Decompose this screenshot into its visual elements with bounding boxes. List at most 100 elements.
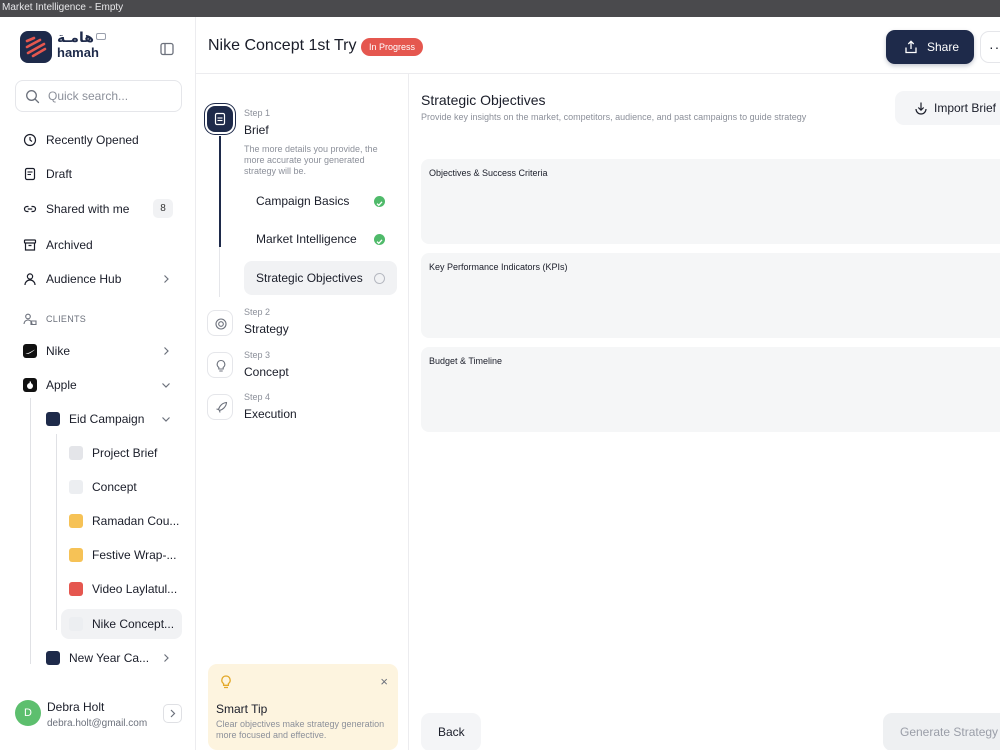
objectives-field[interactable]: Objectives & Success Criteria <box>421 159 1000 244</box>
lightbulb-icon <box>69 617 83 631</box>
main-content: Strategic Objectives Provide key insight… <box>409 74 1000 750</box>
file-video-laylatul[interactable]: Video Laylatul... <box>61 574 182 604</box>
tree-label: Nike Concept... <box>92 617 175 631</box>
folder-new-year[interactable]: New Year Ca... <box>38 643 182 673</box>
step-3-button[interactable] <box>207 352 233 378</box>
user-menu-button[interactable] <box>163 704 182 723</box>
nav-recently-opened[interactable]: Recently Opened <box>15 126 182 154</box>
section-title: Strategic Objectives <box>421 92 546 108</box>
share-icon <box>905 40 917 54</box>
import-brief-button[interactable]: Import Brief <box>895 91 1000 125</box>
chevron-right-icon <box>164 347 169 355</box>
check-icon <box>374 196 385 207</box>
brand-logo-icon[interactable] <box>20 31 52 63</box>
tree-label: Eid Campaign <box>69 412 145 426</box>
file-festive-wrap[interactable]: Festive Wrap-... <box>61 540 182 570</box>
target-icon <box>215 318 227 330</box>
more-options-button[interactable]: ··· <box>980 31 1000 63</box>
sidebar-collapse-icon[interactable] <box>159 41 175 57</box>
nike-logo-icon <box>23 344 37 358</box>
nav-audience-hub[interactable]: Audience Hub <box>15 265 182 293</box>
folder-eid-campaign[interactable]: Eid Campaign <box>38 404 182 434</box>
step-name: Brief <box>244 123 269 137</box>
avatar: D <box>15 700 41 726</box>
nav-label: Shared with me <box>46 202 130 216</box>
generate-label: Generate Strategy <box>900 725 999 739</box>
smart-tip-card: × Smart Tip Clear objectives make strate… <box>208 664 398 750</box>
apple-logo-icon <box>23 378 37 392</box>
user-icon <box>24 273 36 286</box>
budget-timeline-field[interactable]: Budget & Timeline <box>421 347 1000 432</box>
sidebar: هامـة hamah Recently Opened Draft Shared… <box>0 17 196 750</box>
chevron-right-icon <box>170 709 176 718</box>
brand-name-arabic: هامـة <box>57 30 94 46</box>
step-number: Step 1 <box>244 108 271 118</box>
field-label: Objectives & Success Criteria <box>429 168 548 178</box>
link-icon <box>23 205 37 213</box>
substep-campaign-basics[interactable]: Campaign Basics <box>244 184 397 218</box>
back-button[interactable]: Back <box>421 713 481 750</box>
step-number: Step 4 <box>244 392 271 402</box>
progress-line-inactive <box>219 247 220 297</box>
nav-label: Archived <box>46 238 93 252</box>
import-label: Import Brief <box>934 101 997 115</box>
substep-market-intelligence[interactable]: Market Intelligence <box>244 222 397 256</box>
nav-shared-with-me[interactable]: Shared with me 8 <box>15 195 182 223</box>
file-project-brief[interactable]: Project Brief <box>61 438 182 468</box>
substep-strategic-objectives[interactable]: Strategic Objectives <box>244 261 397 295</box>
step-name: Strategy <box>244 322 289 336</box>
kpis-field[interactable]: Key Performance Indicators (KPIs) <box>421 253 1000 338</box>
step-1-button[interactable] <box>207 106 233 132</box>
nav-archived[interactable]: Archived <box>15 231 182 259</box>
document-icon <box>214 112 226 126</box>
back-label: Back <box>438 725 465 739</box>
section-subtitle: Provide key insights on the market, comp… <box>421 112 807 122</box>
download-icon <box>915 102 927 115</box>
tree-label: Ramadan Cou... <box>92 514 180 528</box>
tip-text: Clear objectives make strategy generatio… <box>216 719 385 740</box>
substep-label: Campaign Basics <box>256 194 350 208</box>
video-icon <box>69 582 83 596</box>
chevron-right-icon <box>164 275 169 283</box>
client-label: Nike <box>46 344 71 358</box>
file-nike-concept[interactable]: Nike Concept... <box>61 609 182 639</box>
window-title: Market Intelligence - Empty <box>0 0 1000 17</box>
beta-badge-icon <box>96 33 106 40</box>
file-ramadan[interactable]: Ramadan Cou... <box>61 506 182 536</box>
grid-icon <box>69 514 83 528</box>
nav-draft[interactable]: Draft <box>15 160 182 188</box>
more-icon: ··· <box>989 39 1000 55</box>
lightbulb-icon <box>216 359 226 372</box>
clock-icon <box>23 133 37 147</box>
tree-connector <box>56 434 57 630</box>
search-input[interactable] <box>48 87 173 105</box>
progress-line <box>219 136 221 247</box>
generate-strategy-button[interactable]: Generate Strategy <box>883 713 1000 750</box>
status-badge: In Progress <box>361 38 424 56</box>
app-window: هامـة hamah Recently Opened Draft Shared… <box>0 17 1000 750</box>
client-apple[interactable]: Apple <box>15 371 182 399</box>
search-icon <box>26 90 40 104</box>
tip-title: Smart Tip <box>216 702 268 716</box>
file-concept[interactable]: Concept <box>61 472 182 502</box>
nav-label: Recently Opened <box>46 133 139 147</box>
tree-label: Festive Wrap-... <box>92 548 177 562</box>
step-name: Execution <box>244 407 297 421</box>
step-4-button[interactable] <box>207 394 233 420</box>
brand-name-english: hamah <box>57 45 99 60</box>
user-name: Debra Holt <box>47 700 105 714</box>
check-icon <box>374 234 385 245</box>
client-nike[interactable]: Nike <box>15 337 182 365</box>
share-button[interactable]: Share <box>886 30 974 64</box>
draft-document-icon <box>24 167 36 181</box>
close-icon[interactable]: × <box>380 674 388 689</box>
nav-label: Audience Hub <box>46 272 122 286</box>
share-label: Share <box>927 40 960 54</box>
step-name: Concept <box>244 365 289 379</box>
rocket-icon <box>216 401 228 413</box>
user-profile[interactable]: D Debra Holt debra.holt@gmail.com <box>15 697 185 737</box>
lightbulb-icon <box>69 480 83 494</box>
clients-section-label: CLIENTS <box>46 314 87 324</box>
step-2-button[interactable] <box>207 310 233 336</box>
pending-circle-icon <box>374 273 385 284</box>
